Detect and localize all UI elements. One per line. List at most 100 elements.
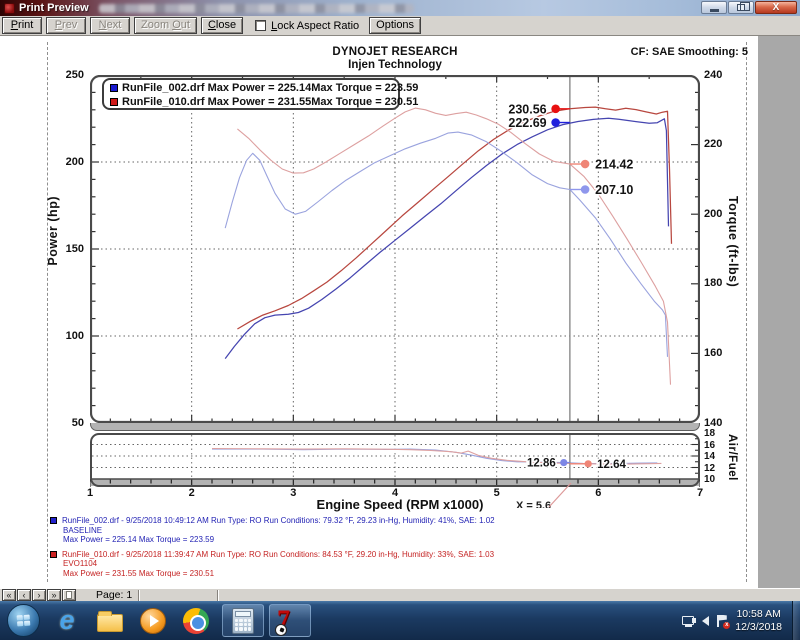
minimize-button[interactable] xyxy=(701,1,727,14)
page-setup-button[interactable] xyxy=(62,589,76,601)
air-fuel-tick-label: 14 xyxy=(704,451,715,462)
window-title: Print Preview xyxy=(19,2,89,14)
cursor-callout-line xyxy=(545,481,575,511)
page-icon xyxy=(66,591,72,599)
start-button[interactable] xyxy=(7,604,40,637)
action-center-flag-icon[interactable]: x xyxy=(717,615,727,627)
print-button[interactable]: Print xyxy=(2,17,42,34)
last-page-button[interactable]: » xyxy=(47,589,61,601)
rpm-tick-label: 3 xyxy=(284,487,302,499)
lock-aspect-ratio-checkbox[interactable] xyxy=(255,20,266,31)
zoom-out-button[interactable]: Zoom Out xyxy=(134,17,197,34)
run-details-evo1104: RunFile_010.drf - 9/25/2018 11:39:47 AM … xyxy=(50,550,495,579)
torque-tick-label: 180 xyxy=(704,277,722,289)
prev-button[interactable]: Prev xyxy=(46,17,86,34)
power-tick-label: 50 xyxy=(56,417,84,429)
legend-row-baseline: RunFile_002.drf Max Power = 225.14 Max T… xyxy=(110,81,398,95)
legend-text: Max Torque = 223.59 xyxy=(311,82,418,94)
rpm-tick-label: 4 xyxy=(386,487,404,499)
title-redacted-text xyxy=(99,4,414,13)
run-details-baseline: RunFile_002.drf - 9/25/2018 10:49:12 AM … xyxy=(50,516,495,545)
print-preview-window: Print Preview X Print Prev Next Zoom Out… xyxy=(0,0,800,640)
chart-legend: RunFile_002.drf Max Power = 225.14 Max T… xyxy=(102,78,400,110)
rpm-tick-label: 7 xyxy=(691,487,709,499)
torque-tick-label: 200 xyxy=(704,208,722,220)
chart-subtitle: Injen Technology xyxy=(90,59,700,71)
torque-tick-label: 140 xyxy=(704,417,722,429)
svg-text:222.69: 222.69 xyxy=(508,116,546,130)
svg-text:214.42: 214.42 xyxy=(595,158,633,172)
legend-text: RunFile_010.drf Max Power = 231.55 xyxy=(122,96,311,108)
rpm-tick-label: 1 xyxy=(81,487,99,499)
internet-explorer-icon[interactable]: e xyxy=(50,604,84,638)
run-swatch-red xyxy=(50,551,57,558)
show-desktop-button[interactable] xyxy=(792,601,800,640)
rpm-tick-label: 2 xyxy=(183,487,201,499)
torque-tick-label: 240 xyxy=(704,69,722,81)
print-preview-surface[interactable]: DYNOJET RESEARCH Injen Technology CF: SA… xyxy=(0,36,800,588)
minimize-icon xyxy=(710,9,719,12)
chrome-icon[interactable] xyxy=(179,604,213,638)
toolbar: Print Prev Next Zoom Out Close Lock Aspe… xyxy=(0,16,800,36)
rpm-tick-label: 6 xyxy=(589,487,607,499)
winpep7-icon: 7 xyxy=(277,607,303,635)
status-bar: « ‹ › » Page: 1 xyxy=(0,588,800,601)
media-player-icon[interactable] xyxy=(136,604,170,638)
calculator-icon xyxy=(232,608,254,634)
torque-tick-label: 220 xyxy=(704,138,722,150)
windows-logo-icon xyxy=(16,614,31,627)
clock-time: 10:58 AM xyxy=(735,608,782,621)
lock-aspect-ratio-label: Lock Aspect Ratio xyxy=(271,20,359,32)
air-fuel-tick-label: 16 xyxy=(704,440,715,451)
restore-icon xyxy=(737,4,745,11)
volume-icon[interactable] xyxy=(702,616,709,626)
app-icon xyxy=(4,3,15,14)
next-page-button[interactable]: › xyxy=(32,589,46,601)
winpep7-app-button[interactable]: 7 xyxy=(269,604,311,637)
svg-text:230.56: 230.56 xyxy=(508,102,546,116)
air-fuel-tick-label: 18 xyxy=(704,428,715,439)
statusbar-separator xyxy=(138,590,140,601)
power-tick-label: 200 xyxy=(56,156,84,168)
run-swatch-blue xyxy=(50,517,57,524)
air-fuel-tick-label: 10 xyxy=(704,474,715,485)
x-axis-label: Engine Speed (RPM x1000) xyxy=(250,497,550,512)
legend-text: Max Torque = 230.51 xyxy=(311,96,418,108)
power-tick-label: 100 xyxy=(56,330,84,342)
options-button[interactable]: Options xyxy=(369,17,421,34)
title-bar: Print Preview X xyxy=(0,0,800,16)
legend-swatch-blue xyxy=(110,84,118,92)
windows-explorer-icon[interactable] xyxy=(93,604,127,638)
close-window-button[interactable]: X xyxy=(755,1,797,14)
restore-button[interactable] xyxy=(728,1,754,14)
page-margin-right xyxy=(746,42,747,582)
system-tray: x 10:58 AM 12/3/2018 xyxy=(682,601,800,640)
power-tick-label: 150 xyxy=(56,243,84,255)
torque-tick-label: 160 xyxy=(704,347,722,359)
air-fuel-chart: 12.86 12.64 xyxy=(90,433,700,487)
svg-text:12.86: 12.86 xyxy=(527,458,556,470)
prev-page-button[interactable]: ‹ xyxy=(17,589,31,601)
legend-swatch-red xyxy=(110,98,118,106)
main-chart: 230.56222.69 214.42 207.10 xyxy=(90,75,700,423)
svg-text:12.64: 12.64 xyxy=(597,459,626,471)
power-axis-label: Power (hp) xyxy=(46,196,60,266)
power-tick-label: 250 xyxy=(56,69,84,81)
rpm-tick-label: 5 xyxy=(488,487,506,499)
close-button[interactable]: Close xyxy=(201,17,243,34)
air-fuel-axis-label: Air/Fuel xyxy=(726,434,738,481)
legend-row-evo1104: RunFile_010.drf Max Power = 231.55 Max T… xyxy=(110,95,398,109)
calculator-app-button[interactable] xyxy=(222,604,264,637)
first-page-button[interactable]: « xyxy=(2,589,16,601)
torque-axis-label: Torque (ft-lbs) xyxy=(726,196,740,287)
clock-date: 12/3/2018 xyxy=(735,621,782,634)
page-margin-left xyxy=(47,42,48,582)
next-button[interactable]: Next xyxy=(90,17,130,34)
main-chart-bottom-band xyxy=(90,423,700,431)
statusbar-separator xyxy=(217,590,219,601)
svg-text:207.10: 207.10 xyxy=(595,183,633,197)
taskbar-clock[interactable]: 10:58 AM 12/3/2018 xyxy=(735,608,782,633)
page-number-label: Page: 1 xyxy=(96,589,132,601)
taskbar: e 7 x 10:58 AM 12/3/2018 xyxy=(0,601,800,640)
close-icon: X xyxy=(773,3,780,13)
